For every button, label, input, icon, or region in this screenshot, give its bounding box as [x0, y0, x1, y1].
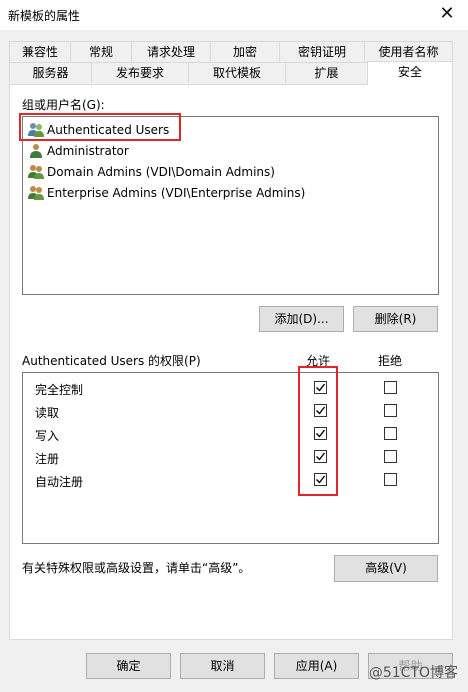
- permission-name: 读取: [35, 406, 60, 420]
- tab-cryptography[interactable]: 加密: [210, 41, 280, 62]
- ok-button[interactable]: 确定: [86, 653, 171, 679]
- deny-checkbox[interactable]: [384, 381, 397, 394]
- tab-compatibility[interactable]: 兼容性: [9, 41, 71, 62]
- highlight-box-allow: [298, 366, 338, 496]
- user-icon: [30, 144, 42, 158]
- deny-checkbox[interactable]: [384, 427, 397, 440]
- tab-superseded-templates[interactable]: 取代模板: [188, 62, 286, 83]
- highlight-box-user: [19, 113, 181, 141]
- permission-name: 完全控制: [35, 383, 84, 397]
- deny-checkbox[interactable]: [384, 473, 397, 486]
- tab-server[interactable]: 服务器: [9, 62, 92, 83]
- tab-key-attestation[interactable]: 密钥证明: [279, 41, 365, 62]
- tab-general[interactable]: 常规: [70, 41, 132, 62]
- advanced-hint-text: 有关特殊权限或高级设置，请单击“高级”。: [22, 561, 251, 575]
- tab-extensions[interactable]: 扩展: [285, 62, 368, 83]
- window-title: 新模板的属性: [8, 9, 81, 23]
- watermark-text: @51CTO博客: [368, 665, 458, 681]
- close-button[interactable]: ✕: [434, 3, 460, 27]
- permission-row: 自动注册: [23, 470, 438, 490]
- permission-name: 注册: [35, 452, 60, 466]
- user-name: Enterprise Admins (VDI\Enterprise Admins…: [47, 186, 306, 200]
- tab-request-handling[interactable]: 请求处理: [131, 41, 211, 62]
- advanced-button[interactable]: 高级(V): [334, 555, 438, 582]
- add-button[interactable]: 添加(D)...: [259, 306, 344, 332]
- permissions-label: Authenticated Users 的权限(P): [22, 354, 201, 368]
- cancel-button[interactable]: 取消: [180, 653, 265, 679]
- permission-row: 读取: [23, 401, 438, 421]
- permissions-list: 完全控制 读取 写入 注册 自动注册: [22, 372, 439, 544]
- tab-security[interactable]: 安全: [367, 61, 453, 85]
- title-bar: 新模板的属性 ✕: [0, 0, 468, 30]
- user-name: Domain Admins (VDI\Domain Admins): [47, 165, 275, 179]
- permission-row: 注册: [23, 447, 438, 467]
- tab-issuance-requirements[interactable]: 发布要求: [91, 62, 189, 83]
- permission-row: 完全控制: [23, 378, 438, 398]
- users-list[interactable]: Authenticated Users Administrator Domain…: [22, 116, 439, 295]
- user-name: Administrator: [47, 144, 129, 158]
- permission-name: 自动注册: [35, 475, 84, 489]
- apply-button[interactable]: 应用(A): [274, 653, 359, 679]
- group-or-user-names-label: 组或用户名(G):: [22, 98, 105, 112]
- permission-row: 写入: [23, 424, 438, 444]
- tab-subject-name[interactable]: 使用者名称: [364, 41, 453, 62]
- remove-button[interactable]: 删除(R): [353, 306, 438, 332]
- deny-column-header: 拒绝: [378, 354, 403, 368]
- deny-checkbox[interactable]: [384, 450, 397, 463]
- user-group-icon: [28, 165, 44, 179]
- permission-name: 写入: [35, 429, 60, 443]
- user-group-icon: [28, 186, 44, 200]
- deny-checkbox[interactable]: [384, 404, 397, 417]
